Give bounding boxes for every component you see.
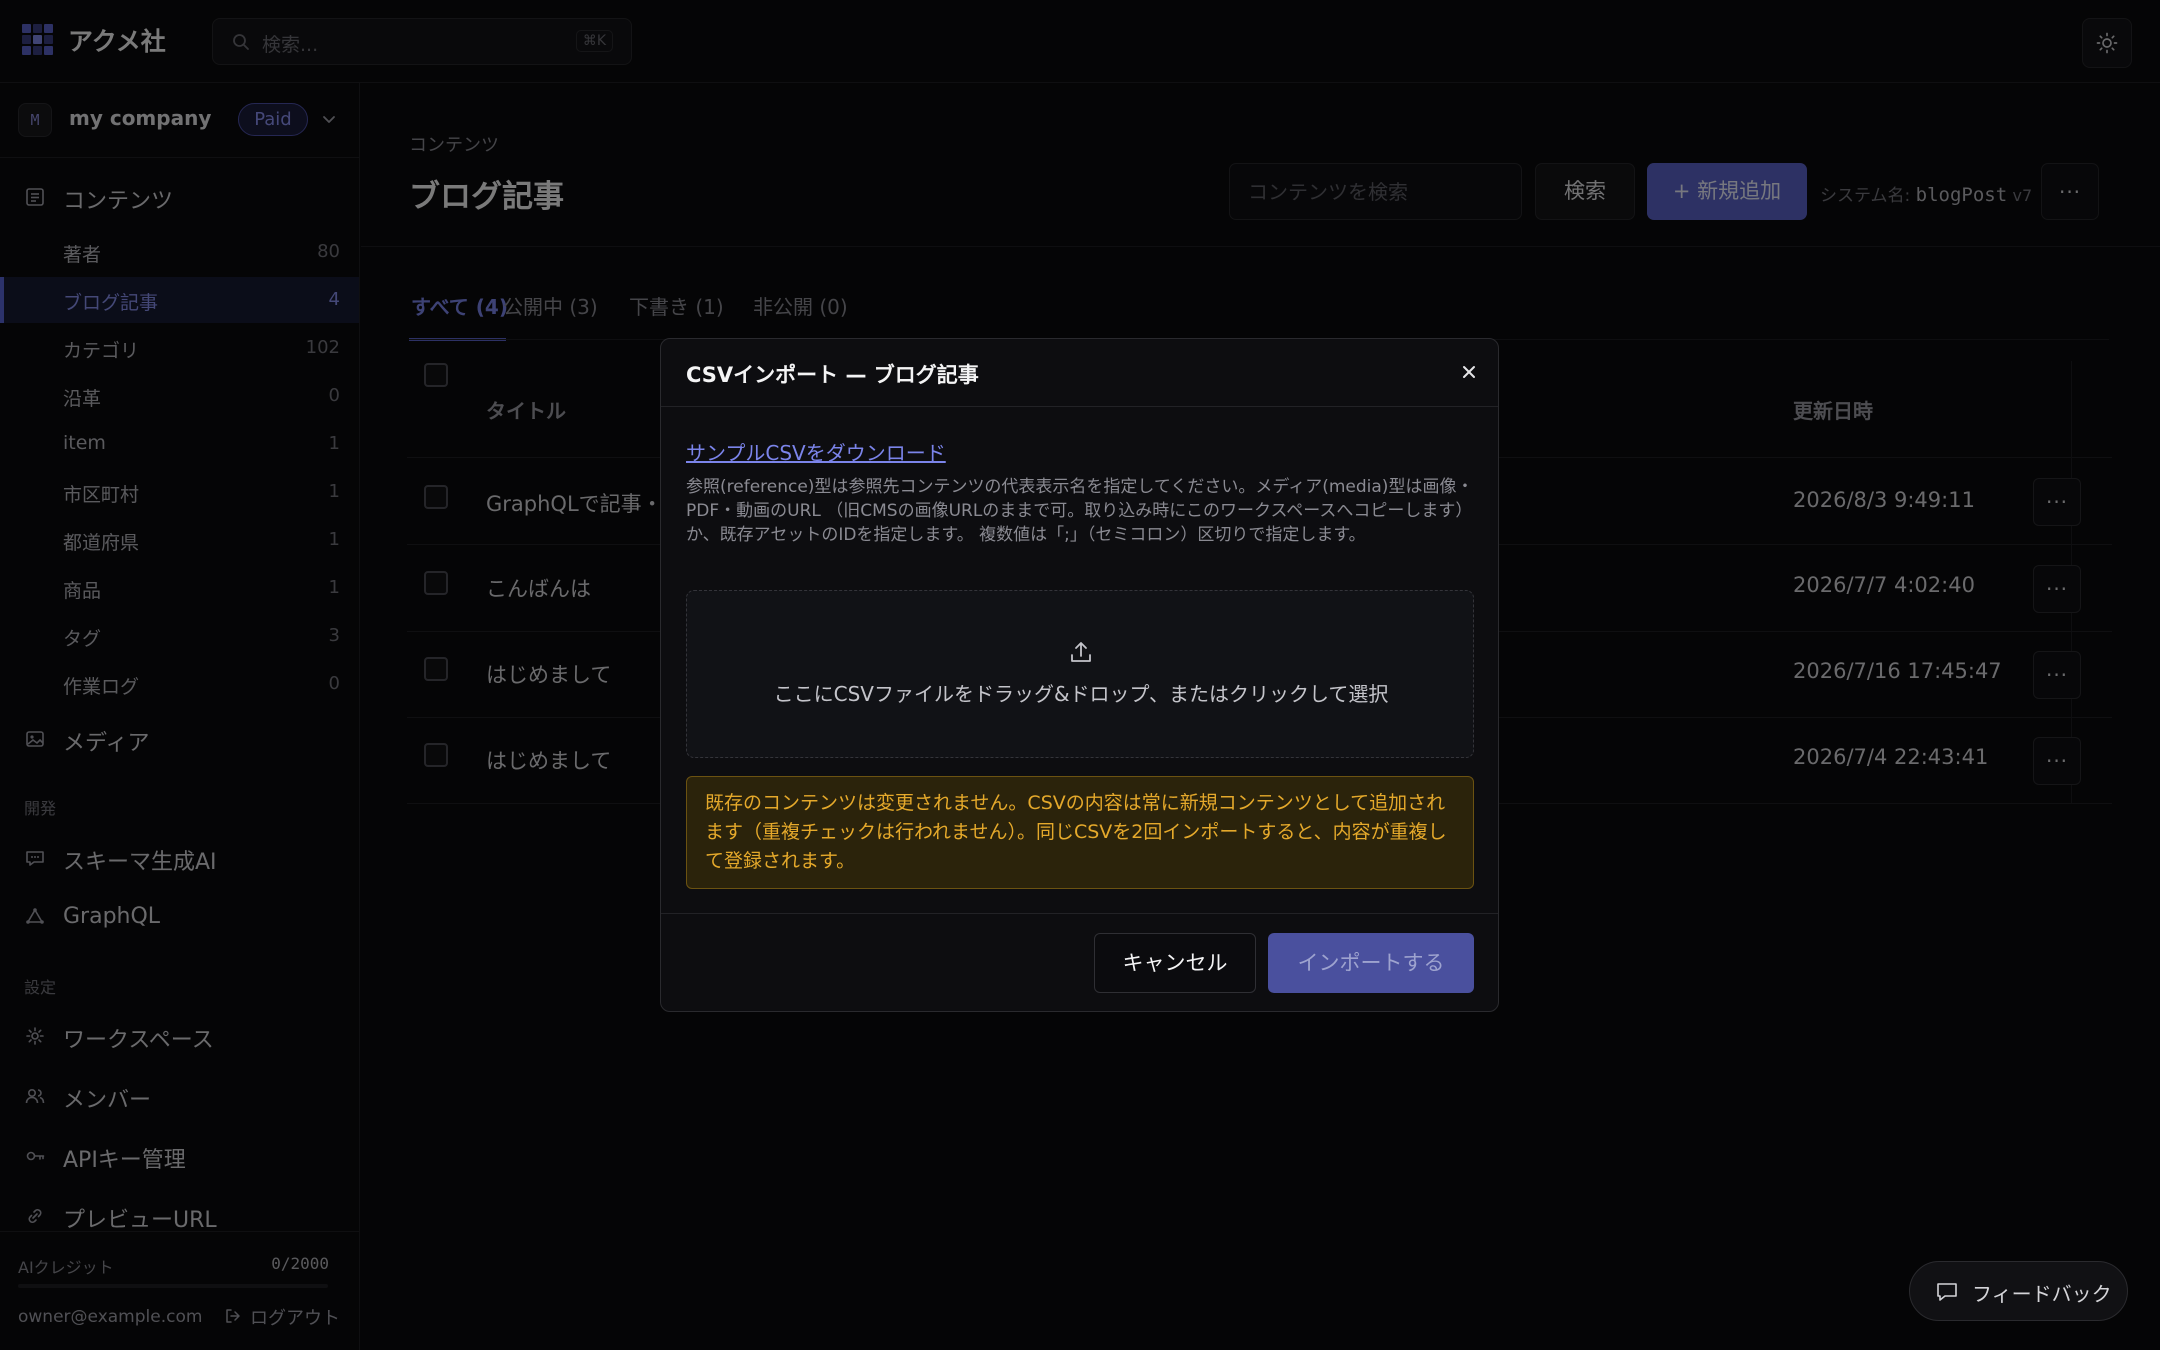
dialog-footer: キャンセル インポートする — [661, 913, 1498, 1011]
dialog-title: CSVインポート — ブログ記事 — [686, 363, 979, 387]
feedback-button[interactable]: フィードバック — [1909, 1261, 2128, 1321]
import-button[interactable]: インポートする — [1268, 933, 1474, 993]
import-instructions: 参照(reference)型は参照先コンテンツの代表表示名を指定してください。メ… — [686, 477, 1474, 545]
dropzone-text: ここにCSVファイルをドラッグ&ドロップ、またはクリックして選択 — [773, 682, 1389, 706]
download-sample-csv-link[interactable]: サンプルCSVをダウンロード — [686, 437, 946, 466]
csv-import-dialog: CSVインポート — ブログ記事 サンプルCSVをダウンロード 参照(refer… — [660, 338, 1499, 1012]
feedback-label: フィードバック — [1972, 1282, 2112, 1306]
close-icon[interactable] — [1458, 361, 1480, 383]
upload-icon — [1071, 642, 1091, 662]
cancel-button[interactable]: キャンセル — [1094, 933, 1256, 993]
csv-dropzone[interactable]: ここにCSVファイルをドラッグ&ドロップ、またはクリックして選択 — [686, 590, 1474, 758]
dialog-header: CSVインポート — ブログ記事 — [661, 339, 1498, 407]
duplicate-warning: 既存のコンテンツは変更されません。CSVの内容は常に新規コンテンツとして追加され… — [686, 776, 1474, 889]
chat-icon — [1937, 1283, 1957, 1301]
